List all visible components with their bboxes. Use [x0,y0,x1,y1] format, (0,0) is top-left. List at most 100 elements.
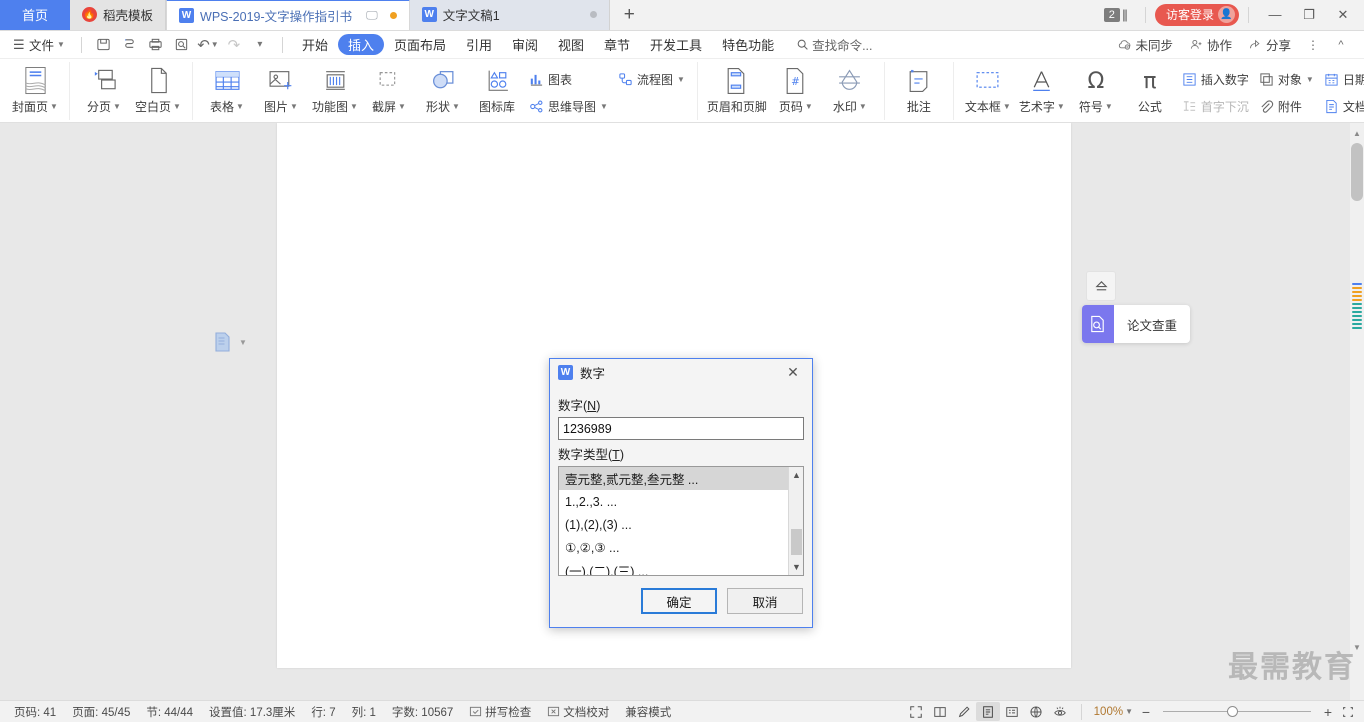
collaborate-button[interactable]: 协作 [1182,35,1239,54]
status-proofread[interactable]: 文档校对 [539,704,617,720]
tab-modified-dot[interactable] [389,12,397,19]
fit-page-icon[interactable] [1338,702,1358,722]
list-scrollbar[interactable]: ▲ ▼ [788,467,803,575]
close-icon[interactable]: ✕ [780,361,806,385]
cover-page-button[interactable]: 封面页 ▼ [8,62,62,115]
share-button[interactable]: 分享 [1241,35,1298,54]
tab-wenzi-wengao-1[interactable]: W 文字文稿1 [409,0,610,30]
edit-pen-icon[interactable] [952,702,976,721]
restore-button[interactable]: ❐ [1292,0,1326,30]
doc-count-badge[interactable]: 2 [1103,7,1120,22]
object-button[interactable]: 对象 ▼ [1254,67,1319,91]
fullscreen-icon[interactable] [904,702,928,721]
ribbon-tab-insert[interactable]: 插入 [337,34,384,55]
watermark-button[interactable]: 水印 ▼ [823,62,877,115]
new-tab-button[interactable]: + [609,0,649,30]
zoom-out-button[interactable]: − [1136,702,1156,722]
read-layout-icon[interactable] [928,702,952,721]
undo-icon[interactable]: ↶ ▼ [195,34,221,56]
header-footer-button[interactable]: 页眉和页脚 [705,62,769,115]
zoom-in-button[interactable]: + [1318,702,1338,722]
comment-button[interactable]: 批注 [892,62,946,115]
chevron-up-icon[interactable]: ^ [1328,34,1354,56]
outline-icon[interactable] [1000,702,1024,721]
ribbon-tab-special-features[interactable]: 特色功能 [712,34,784,55]
insert-number-button[interactable]: 插入数字 [1177,67,1254,91]
ribbon-tab-references[interactable]: 引用 [456,34,502,55]
ribbon-tab-page-layout[interactable]: 页面布局 [384,34,456,55]
print-layout-icon[interactable] [975,702,1000,721]
ribbon-tab-dev-tools[interactable]: 开发工具 [640,34,712,55]
status-pages[interactable]: 页面: 45/45 [64,704,138,720]
list-item[interactable]: 1.,2.,3. ... [559,490,803,513]
scroll-up-icon[interactable]: ▲ [1351,126,1363,140]
sync-status-button[interactable]: 未同步 [1110,35,1180,54]
tab-docer-template[interactable]: 🔥 稻壳模板 [70,0,167,30]
file-menu-button[interactable]: ☰ 文件 ▼ [6,34,72,56]
cancel-button[interactable]: 取消 [727,588,803,614]
save-icon[interactable] [91,34,117,56]
blank-page-button[interactable]: 空白页 ▼ [131,62,185,115]
more-vertical-icon[interactable]: ⋮ [1300,34,1326,56]
symbol-button[interactable]: Ω 符号 ▼ [1069,62,1123,115]
find-command-box[interactable]: 查找命令... [796,35,873,54]
eject-icon[interactable] [1086,271,1116,301]
status-spellcheck[interactable]: 拼写检查 [461,704,539,720]
wordart-button[interactable]: 艺术字 ▼ [1015,62,1069,115]
status-sections[interactable]: 节: 44/44 [138,704,201,720]
ribbon-tab-start[interactable]: 开始 [292,34,338,55]
eye-protect-icon[interactable] [1048,702,1072,721]
print-icon[interactable] [143,34,169,56]
doc-parts-button[interactable]: 文档部件 ▼ [1319,94,1364,118]
shapes-button[interactable]: 形状 ▼ [416,62,470,115]
tab-close-dot[interactable] [589,11,597,18]
ribbon-tab-section[interactable]: 章节 [594,34,640,55]
presentation-icon[interactable]: 🖵 [366,8,378,23]
icon-library-button[interactable]: 图标库 [470,62,524,115]
slider-knob[interactable] [1227,706,1238,717]
formula-button[interactable]: π 公式 [1123,62,1177,115]
table-button[interactable]: 表格 ▼ [200,62,254,115]
number-type-list[interactable]: 壹元整,贰元整,叁元整 ... 1.,2.,3. ... (1),(2),(3)… [558,466,804,576]
flowchart-button[interactable]: 流程图 ▼ [613,67,690,91]
chart-button[interactable]: 图表 [524,67,613,91]
tab-wps-2019-guide[interactable]: W WPS-2019-文字操作指引书 🖵 [166,0,410,30]
paper-check-card[interactable]: 论文查重 [1081,305,1190,343]
find-icon[interactable] [169,34,195,56]
ribbon-tab-review[interactable]: 审阅 [502,34,548,55]
tab-list-icon[interactable]: ||| [1122,7,1128,22]
screenshot-button[interactable]: 截屏 ▼ [362,62,416,115]
page-number-button[interactable]: # 页码 ▼ [769,62,823,115]
list-item[interactable]: (1),(2),(3) ... [559,513,803,536]
number-dialog[interactable]: W 数字 ✕ 数字(N) 数字类型(T) 壹元整,贰元整,叁元整 ... 1.,… [549,358,813,628]
zoom-level[interactable]: 100% ▼ [1091,706,1136,718]
list-item[interactable]: ①,②,③ ... [559,536,803,559]
scrollbar-thumb[interactable] [1351,143,1363,201]
page-break-button[interactable]: 分页 ▼ [77,62,131,115]
list-item[interactable]: (一),(二),(三) ... [559,559,803,575]
print-preview-icon[interactable] [117,34,143,56]
number-input[interactable] [558,417,804,440]
zoom-slider[interactable] [1163,705,1311,719]
paste-options-icon[interactable]: ▼ [213,331,247,353]
mindmap-button[interactable]: 思维导图 ▼ [524,94,613,118]
scroll-down-icon[interactable]: ▼ [789,559,803,575]
minimize-button[interactable]: — [1258,0,1292,30]
picture-button[interactable]: 图片 ▼ [254,62,308,115]
close-button[interactable]: ✕ [1326,0,1360,30]
ok-button[interactable]: 确定 [641,588,717,614]
customize-toolbar-icon[interactable]: ▾ [247,34,273,56]
list-item[interactable]: 壹元整,贰元整,叁元整 ... [559,467,803,490]
ribbon-tab-view[interactable]: 视图 [548,34,594,55]
login-button[interactable]: 访客登录 👤 [1154,3,1239,26]
status-page-number[interactable]: 页码: 41 [6,704,64,720]
scrollbar-thumb[interactable] [791,529,802,555]
web-layout-icon[interactable] [1024,702,1048,721]
vertical-scrollbar[interactable]: ▲ ▼ [1350,123,1364,700]
tab-home[interactable]: 首页 [0,0,71,30]
attachment-button[interactable]: 附件 [1254,94,1319,118]
textbox-button[interactable]: 文本框 ▼ [961,62,1015,115]
date-button[interactable]: 日期 [1319,67,1364,91]
chevron-down-icon[interactable]: ▼ [239,338,247,347]
status-word-count[interactable]: 字数: 10567 [384,704,461,720]
